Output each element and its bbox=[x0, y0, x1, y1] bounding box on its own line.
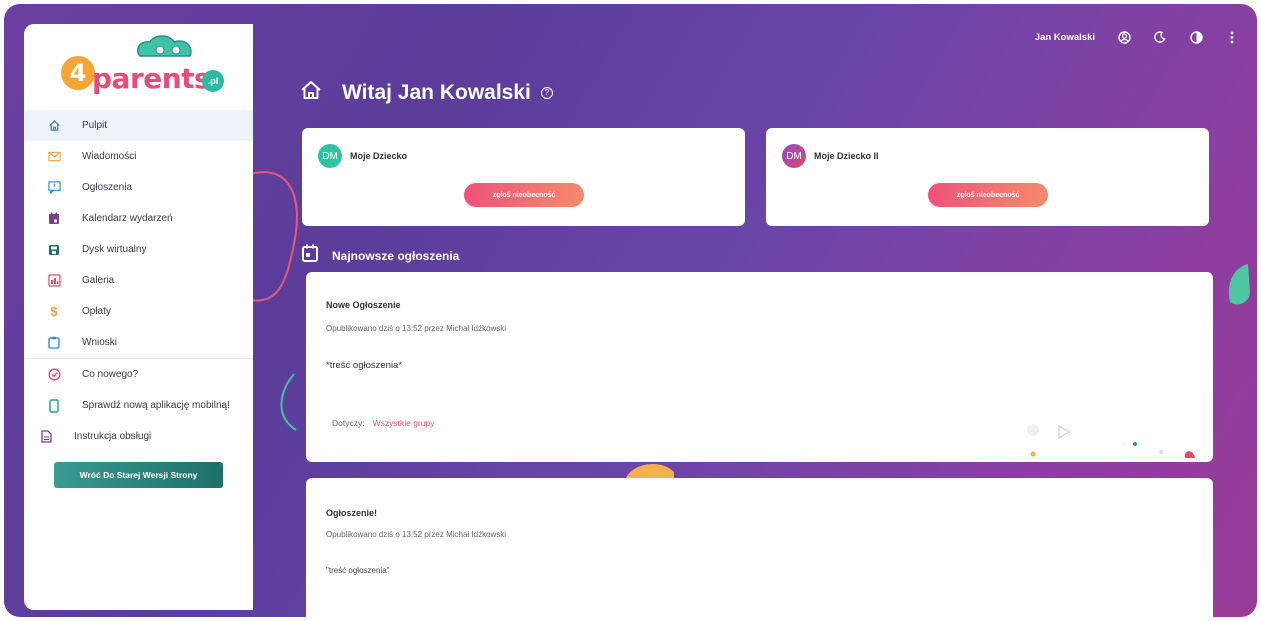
home-icon bbox=[46, 118, 62, 134]
announcement-meta: Opublikowano dziś o 13:52 przez Michał I… bbox=[326, 324, 507, 333]
section-title: Najnowsze ogłoszenia bbox=[332, 248, 460, 263]
contrast-icon[interactable] bbox=[1189, 30, 1203, 44]
announcement-body: "treść ogłoszenia" bbox=[326, 566, 390, 575]
sidebar-item-galeria[interactable]: Galeria bbox=[24, 265, 253, 296]
announcement-icon bbox=[46, 180, 62, 196]
sidebar: 4 parents .pl Pulpit Wiadomości Ogłoszen… bbox=[24, 24, 253, 610]
child-name: Moje Dziecko bbox=[350, 151, 408, 161]
announcement-card[interactable]: Ogłoszenie! Opublikowano dziś o 13:52 pr… bbox=[306, 478, 1213, 617]
child-card: DM Moje Dziecko zgłoś nieobecność bbox=[302, 128, 745, 226]
calendar-icon bbox=[302, 244, 318, 267]
sidebar-item-label: Kalendarz wydarzeń bbox=[82, 213, 173, 224]
sidebar-item-instrukcja[interactable]: Instrukcja obsługi bbox=[24, 421, 253, 452]
sidebar-item-dysk[interactable]: Dysk wirtualny bbox=[24, 234, 253, 265]
sidebar-item-oplaty[interactable]: $ Opłaty bbox=[24, 296, 253, 327]
user-name[interactable]: Jan Kowalski bbox=[1035, 32, 1095, 43]
decor-confetti bbox=[1027, 424, 1195, 458]
child-name: Moje Dziecko II bbox=[814, 151, 879, 161]
logo-digit: 4 bbox=[61, 56, 95, 90]
sidebar-item-label: Opłaty bbox=[82, 306, 111, 317]
sidebar-item-label: Instrukcja obsługi bbox=[74, 431, 152, 442]
app-frame: 4 parents .pl Pulpit Wiadomości Ogłoszen… bbox=[4, 4, 1257, 617]
envelope-icon bbox=[46, 149, 62, 165]
groups-link[interactable]: Wszystkie grupy bbox=[373, 418, 435, 428]
page-header: Witaj Jan Kowalski ? bbox=[300, 80, 553, 105]
sidebar-item-label: Ogłoszenia bbox=[82, 182, 133, 193]
report-absence-button[interactable]: zgłoś nieobecność bbox=[464, 183, 584, 207]
announcement-groups: Dotyczy: Wszystkie grupy bbox=[332, 418, 434, 428]
sidebar-item-label: Dysk wirtualny bbox=[82, 244, 147, 255]
logo-text: parents bbox=[92, 62, 211, 95]
sidebar-item-wiadomosci[interactable]: Wiadomości bbox=[24, 141, 253, 172]
sidebar-item-label: Sprawdź nową aplikację mobilną! bbox=[82, 400, 230, 411]
sidebar-menu: Pulpit Wiadomości Ogłoszenia Kalendarz w… bbox=[24, 110, 253, 452]
sidebar-item-kalendarz[interactable]: Kalendarz wydarzeń bbox=[24, 203, 253, 234]
dark-mode-icon[interactable] bbox=[1153, 30, 1167, 44]
disk-icon bbox=[46, 242, 62, 258]
sidebar-item-wnioski[interactable]: Wnioski bbox=[24, 327, 253, 358]
calendar-icon bbox=[46, 211, 62, 227]
groups-label: Dotyczy: bbox=[332, 418, 365, 428]
phone-icon bbox=[46, 398, 62, 414]
child-card: DM Moje Dziecko II zgłoś nieobecność bbox=[766, 128, 1209, 226]
sidebar-item-label: Wnioski bbox=[82, 337, 118, 348]
decor-curve-pink bbox=[249, 171, 298, 302]
gallery-icon bbox=[46, 273, 62, 289]
sidebar-item-co-nowego[interactable]: Co nowego? bbox=[24, 359, 253, 390]
more-options-icon[interactable] bbox=[1225, 30, 1239, 44]
avatar: DM bbox=[318, 144, 342, 168]
decor-blob-orange bbox=[626, 464, 674, 478]
logo-tld: .pl bbox=[202, 70, 224, 92]
sidebar-item-aplikacja[interactable]: Sprawdź nową aplikację mobilną! bbox=[24, 390, 253, 421]
announcements-header: Najnowsze ogłoszenia bbox=[302, 244, 459, 267]
clipboard-icon bbox=[46, 335, 62, 351]
topbar: Jan Kowalski bbox=[1035, 30, 1239, 44]
avatar: DM bbox=[782, 144, 806, 168]
sidebar-item-label: Wiadomości bbox=[82, 151, 137, 162]
decor-curve-teal bbox=[280, 373, 297, 431]
announcement-title: Nowe Ogłoszenie bbox=[326, 300, 401, 310]
announcement-meta: Opublikowano dziś o 13:52 przez Michał I… bbox=[326, 530, 507, 539]
sidebar-item-pulpit[interactable]: Pulpit bbox=[24, 110, 253, 141]
page-title: Witaj Jan Kowalski bbox=[342, 80, 531, 104]
announcement-card[interactable]: Nowe Ogłoszenie Opublikowano dziś o 13:5… bbox=[306, 272, 1213, 462]
announcement-title: Ogłoszenie! bbox=[326, 508, 378, 518]
sidebar-item-label: Pulpit bbox=[82, 120, 108, 131]
decor-blob-green bbox=[1228, 264, 1250, 305]
document-icon bbox=[38, 429, 54, 445]
report-absence-button[interactable]: zgłoś nieobecność bbox=[928, 183, 1048, 207]
dollar-icon: $ bbox=[50, 304, 58, 319]
check-circle-icon bbox=[46, 367, 62, 383]
old-version-button[interactable]: Wróć Do Starej Wersji Strony bbox=[54, 462, 223, 488]
home-icon bbox=[300, 80, 322, 105]
help-icon[interactable]: ? bbox=[540, 86, 553, 99]
sidebar-item-ogloszenia[interactable]: Ogłoszenia bbox=[24, 172, 253, 203]
logo[interactable]: 4 parents .pl bbox=[44, 32, 224, 102]
logo-cloud-icon bbox=[136, 35, 192, 57]
sidebar-item-label: Co nowego? bbox=[82, 369, 139, 380]
user-icon[interactable] bbox=[1117, 30, 1131, 44]
announcement-body: *treść ogłoszenia* bbox=[326, 360, 403, 371]
sidebar-item-label: Galeria bbox=[82, 275, 115, 286]
